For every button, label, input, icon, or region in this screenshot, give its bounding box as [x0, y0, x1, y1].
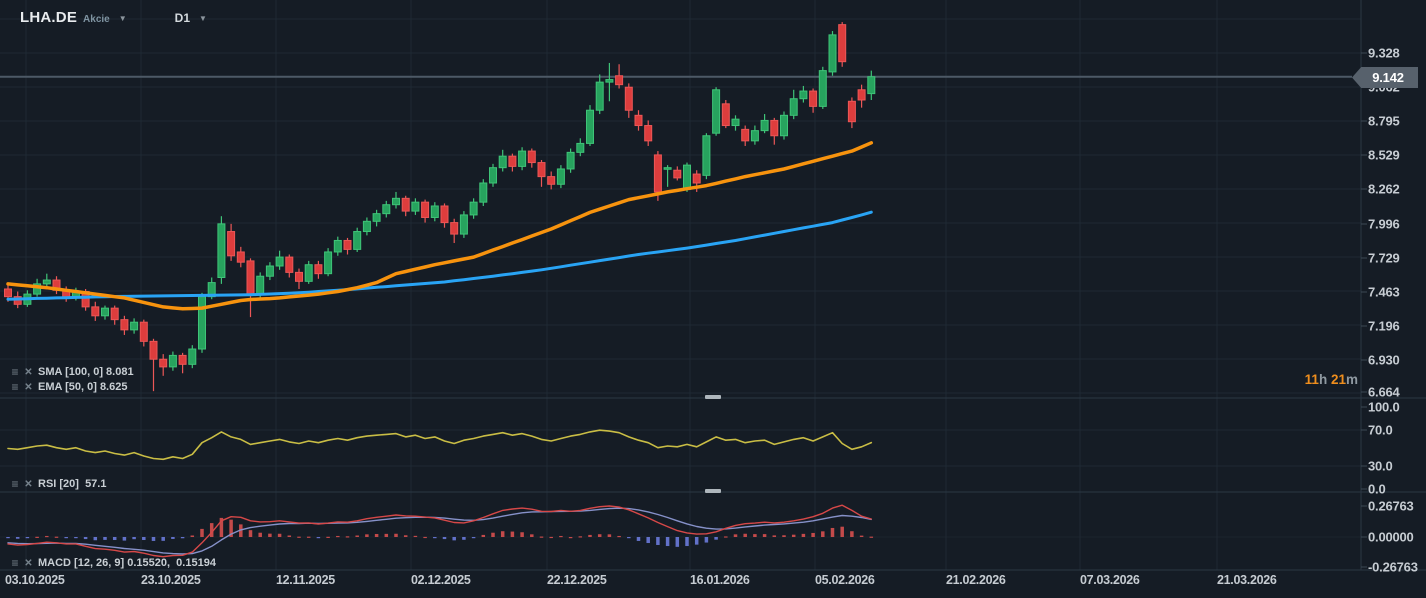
price-axis-label: 6.664 — [1368, 384, 1400, 400]
panel-resize-handle-macd[interactable] — [705, 489, 721, 493]
date-axis-label: 03.10.2025 — [5, 573, 65, 587]
macd-label: MACD [12, 26, 9] 0.15520, 0.15194 — [38, 557, 216, 569]
date-axis-label: 02.12.2025 — [411, 573, 471, 587]
legend-row-rsi: ≡ ✕ RSI [20] 57.1 — [8, 478, 107, 491]
countdown-hours: 11 — [1304, 372, 1319, 387]
symbol-dropdown-caret-icon[interactable]: ▼ — [119, 14, 127, 23]
timeframe-dropdown-caret-icon[interactable]: ▼ — [199, 14, 207, 23]
ema-remove-icon[interactable]: ✕ — [22, 382, 35, 393]
last-price-value: 9.142 — [1372, 70, 1404, 85]
date-axis-label: 23.10.2025 — [141, 573, 201, 587]
macd-axis-label: 0.26763 — [1368, 498, 1414, 514]
symbol-ticker[interactable]: LHA.DE — [20, 9, 77, 26]
countdown-minutes-unit: m — [1345, 372, 1358, 387]
price-axis-label: 6.930 — [1368, 352, 1400, 368]
ema-settings-icon[interactable]: ≡ — [8, 381, 22, 393]
macd-axis-label: -0.26763 — [1368, 559, 1418, 575]
price-axis-label: 8.529 — [1368, 147, 1400, 163]
rsi-remove-icon[interactable]: ✕ — [22, 479, 35, 490]
price-axis-label: 7.463 — [1368, 284, 1400, 300]
legend-row-ema: ≡ ✕ EMA [50, 0] 8.625 — [8, 381, 128, 394]
sma-label: SMA [100, 0] 8.081 — [38, 366, 134, 378]
date-axis-label: 16.01.2026 — [690, 573, 750, 587]
rsi-axis-label: 100.0 — [1368, 399, 1400, 415]
candlestick-chart-canvas[interactable] — [0, 0, 1426, 598]
rsi-axis-label: 70.0 — [1368, 422, 1393, 438]
price-axis-label: 7.196 — [1368, 318, 1400, 334]
symbol-bar: LHA.DE Akcie ▼ D1 ▼ — [20, 9, 207, 26]
legend-row-macd: ≡ ✕ MACD [12, 26, 9] 0.15520, 0.15194 — [8, 557, 216, 570]
date-axis-label: 12.11.2025 — [276, 573, 335, 587]
macd-remove-icon[interactable]: ✕ — [22, 558, 35, 569]
instrument-type-label: Akcie — [83, 14, 110, 25]
timeframe-selector[interactable]: D1 — [175, 11, 190, 25]
rsi-axis-label: 0.0 — [1368, 481, 1386, 497]
trading-chart-window: LHA.DE Akcie ▼ D1 ▼ ≡ ✕ SMA [100, 0] 8.0… — [0, 0, 1426, 598]
date-axis-label: 21.02.2026 — [946, 573, 1006, 587]
price-axis-label: 7.996 — [1368, 216, 1400, 232]
panel-resize-handle-rsi[interactable] — [705, 395, 721, 399]
date-axis-label: 05.02.2026 — [815, 573, 875, 587]
last-price-tag: 9.142 — [1352, 67, 1418, 88]
legend-row-sma: ≡ ✕ SMA [100, 0] 8.081 — [8, 366, 134, 379]
date-axis-label: 07.03.2026 — [1080, 573, 1140, 587]
ema-label: EMA [50, 0] 8.625 — [38, 381, 128, 393]
price-axis-label: 7.729 — [1368, 250, 1400, 266]
price-axis-label: 9.328 — [1368, 45, 1400, 61]
rsi-settings-icon[interactable]: ≡ — [8, 478, 22, 490]
date-axis-label: 22.12.2025 — [547, 573, 607, 587]
sma-settings-icon[interactable]: ≡ — [8, 366, 22, 378]
rsi-label: RSI [20] 57.1 — [38, 478, 107, 490]
macd-settings-icon[interactable]: ≡ — [8, 557, 22, 569]
countdown-hours-unit: h — [1318, 372, 1331, 387]
countdown-minutes: 21 — [1330, 372, 1346, 387]
rsi-axis-label: 30.0 — [1368, 458, 1393, 474]
sma-remove-icon[interactable]: ✕ — [22, 367, 35, 378]
date-axis-label: 21.03.2026 — [1217, 573, 1277, 587]
session-countdown: 11h 21m — [1280, 372, 1358, 387]
price-axis-label: 8.795 — [1368, 113, 1400, 129]
macd-axis-label: 0.00000 — [1368, 529, 1414, 545]
price-axis-label: 8.262 — [1368, 181, 1400, 197]
